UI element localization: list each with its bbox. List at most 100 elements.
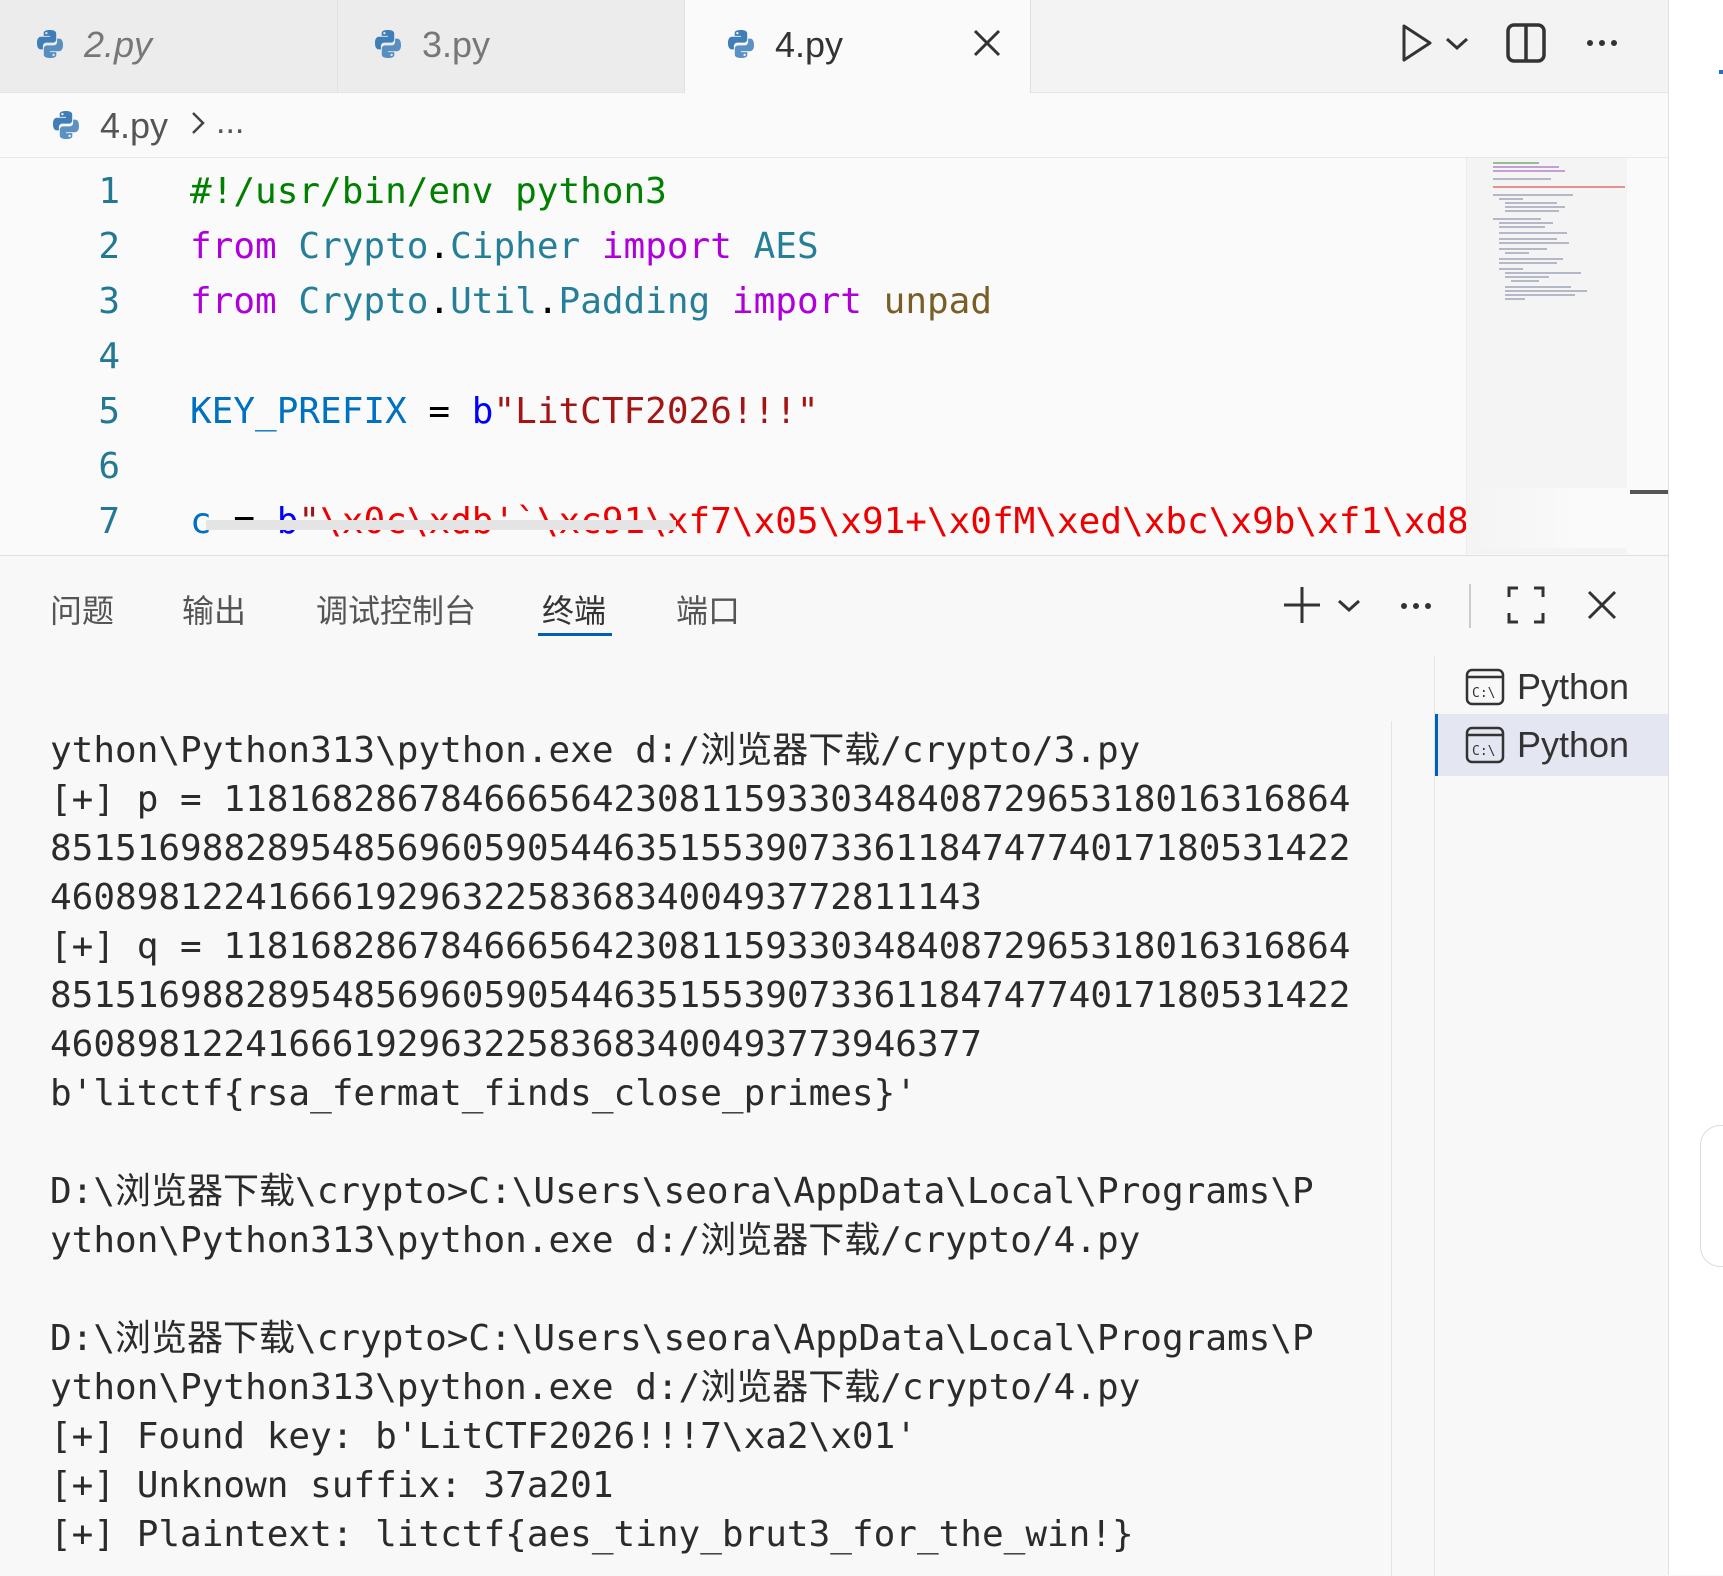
more-actions-icon[interactable]: [1394, 582, 1438, 628]
code-line[interactable]: 2 from Crypto.Cipher import AES: [0, 219, 1630, 274]
terminal-line: ython\Python313\python.exe d:/浏览器下载/cryp…: [50, 1367, 1141, 1408]
code-token: Util: [450, 281, 537, 322]
code-token: Crypto: [298, 281, 429, 322]
terminal-line: [+] p = 11816828678466656423081159330348…: [50, 779, 1351, 820]
code-token: Cipher: [450, 226, 581, 267]
more-actions-icon[interactable]: [1580, 20, 1624, 66]
chevron-down-icon[interactable]: [1332, 582, 1366, 628]
tab-label: 4.py: [775, 24, 844, 65]
line-number: 2: [98, 226, 120, 267]
svg-text:C:\: C:\: [1472, 744, 1495, 759]
tab-label: 2.py: [84, 24, 153, 65]
line-number: 4: [98, 336, 120, 377]
terminal-output[interactable]: ython\Python313\python.exe d:/浏览器下载/cryp…: [50, 726, 1390, 1566]
code-token: AES: [753, 226, 819, 267]
python-file-icon: [375, 30, 401, 58]
terminal-line: 8515169882895485696059054463515539073361…: [50, 975, 1351, 1016]
code-token: =: [406, 391, 472, 432]
terminal-line: [+] Plaintext: litctf{aes_tiny_brut3_for…: [50, 1514, 1134, 1555]
terminal-line: ython\Python313\python.exe d:/浏览器下载/cryp…: [50, 1220, 1141, 1261]
code-token: .: [428, 281, 451, 322]
breadcrumb-file[interactable]: 4.py: [100, 105, 168, 147]
line-number: 5: [98, 391, 120, 432]
toolbar-divider: [1469, 584, 1471, 628]
code-text: from Crypto.Cipher import AES: [190, 219, 819, 274]
terminal-instance-label: Python: [1517, 724, 1630, 765]
code-token: Crypto: [298, 226, 429, 267]
code-token: "LitCTF2026!!!": [493, 391, 819, 432]
python-file-icon: [37, 30, 63, 58]
new-terminal-icon[interactable]: [1280, 582, 1324, 628]
tab-problems[interactable]: 问题: [50, 586, 114, 632]
code-token: from: [190, 226, 277, 267]
tab-3-py[interactable]: 3.py: [338, 0, 685, 92]
tab-debug-console[interactable]: 调试控制台: [316, 586, 476, 632]
terminal-line: [+] Unknown suffix: 37a201: [50, 1465, 614, 1506]
terminal-instance-label: Python: [1517, 666, 1630, 707]
terminal-instance-list: C:\ Python C:\ Python: [1434, 656, 1672, 1576]
code-token: from: [190, 281, 277, 322]
terminal-scrollbar[interactable]: [1391, 721, 1392, 1576]
maximize-panel-icon[interactable]: [1504, 582, 1548, 628]
code-line[interactable]: 3 from Crypto.Util.Padding import unpad: [0, 274, 1630, 329]
code-token: unpad: [883, 281, 993, 322]
tab-terminal[interactable]: 终端: [542, 586, 606, 632]
svg-text:C:\: C:\: [1472, 686, 1495, 701]
terminal-line: 8515169882895485696059054463515539073361…: [50, 828, 1351, 869]
tab-ports[interactable]: 端口: [676, 586, 740, 632]
code-token: import: [731, 281, 862, 322]
line-number: 7: [98, 501, 120, 542]
terminal-line: D:\浏览器下载\crypto>C:\Users\seora\AppData\L…: [50, 1318, 1314, 1359]
bottom-panel: 问题 输出 调试控制台 终端 端口 ython\Python313\python…: [0, 555, 1672, 1576]
chevron-down-icon[interactable]: [1440, 20, 1474, 66]
breadcrumb: 4.py ...: [0, 93, 1668, 158]
code-token: b: [471, 391, 494, 432]
line-number: 6: [98, 446, 120, 487]
terminal-line: [+] q = 11816828678466656423081159330348…: [50, 926, 1351, 967]
terminal-line: 4608981224166619296322583683400493772811…: [50, 877, 982, 918]
line-number: 3: [98, 281, 120, 322]
close-panel-icon[interactable]: [1580, 582, 1624, 628]
cmd-icon: C:\: [1465, 726, 1505, 764]
terminal-line: 4608981224166619296322583683400493773946…: [50, 1024, 982, 1065]
terminal-line: b'litctf{rsa_fermat_finds_close_primes}': [50, 1073, 917, 1114]
terminal-line: ython\Python313\python.exe d:/浏览器下载/cryp…: [50, 730, 1141, 771]
overview-marker: [1719, 70, 1723, 74]
run-icon[interactable]: [1394, 20, 1438, 66]
code-line[interactable]: 5 KEY_PREFIX = b"LitCTF2026!!!": [0, 384, 1630, 439]
tab-label: 3.py: [422, 24, 491, 65]
chevron-right-icon: [192, 112, 205, 134]
code-token: Padding: [558, 281, 711, 322]
code-line[interactable]: 4: [0, 329, 1630, 384]
code-token: .: [536, 281, 559, 322]
breadcrumb-symbols[interactable]: ...: [216, 103, 244, 142]
code-token: import: [601, 226, 732, 267]
code-text: from Crypto.Util.Padding import unpad: [190, 274, 992, 329]
code-line[interactable]: 6: [0, 439, 1630, 494]
horizontal-scrollbar[interactable]: [206, 520, 676, 530]
side-rail: [1700, 1125, 1723, 1267]
tab-output[interactable]: 输出: [182, 586, 246, 632]
terminal-instance-python-1[interactable]: C:\ Python: [1435, 656, 1669, 718]
terminal-line: D:\浏览器下载\crypto>C:\Users\seora\AppData\L…: [50, 1171, 1314, 1212]
terminal-instance-python-2[interactable]: C:\ Python: [1435, 714, 1672, 776]
terminal-line: [+] Found key: b'LitCTF2026!!!7\xa2\x01': [50, 1416, 917, 1457]
right-edge-strip: [1668, 0, 1723, 1575]
split-editor-icon[interactable]: [1504, 20, 1548, 66]
close-tab-icon[interactable]: [970, 26, 1004, 60]
code-editor[interactable]: 1 #!/usr/bin/env python3 2 from Crypto.Ciph…: [0, 158, 1668, 554]
cmd-icon: C:\: [1465, 668, 1505, 706]
code-line[interactable]: 1 #!/usr/bin/env python3: [0, 164, 1630, 219]
code-token: KEY_PREFIX: [190, 391, 407, 432]
code-text: #!/usr/bin/env python3: [190, 164, 667, 219]
editor-tab-bar: 2.py 3.py 4.py: [0, 0, 1668, 93]
tab-2-py[interactable]: 2.py: [0, 0, 338, 92]
code-token: #!/usr/bin/env python3: [190, 171, 667, 212]
